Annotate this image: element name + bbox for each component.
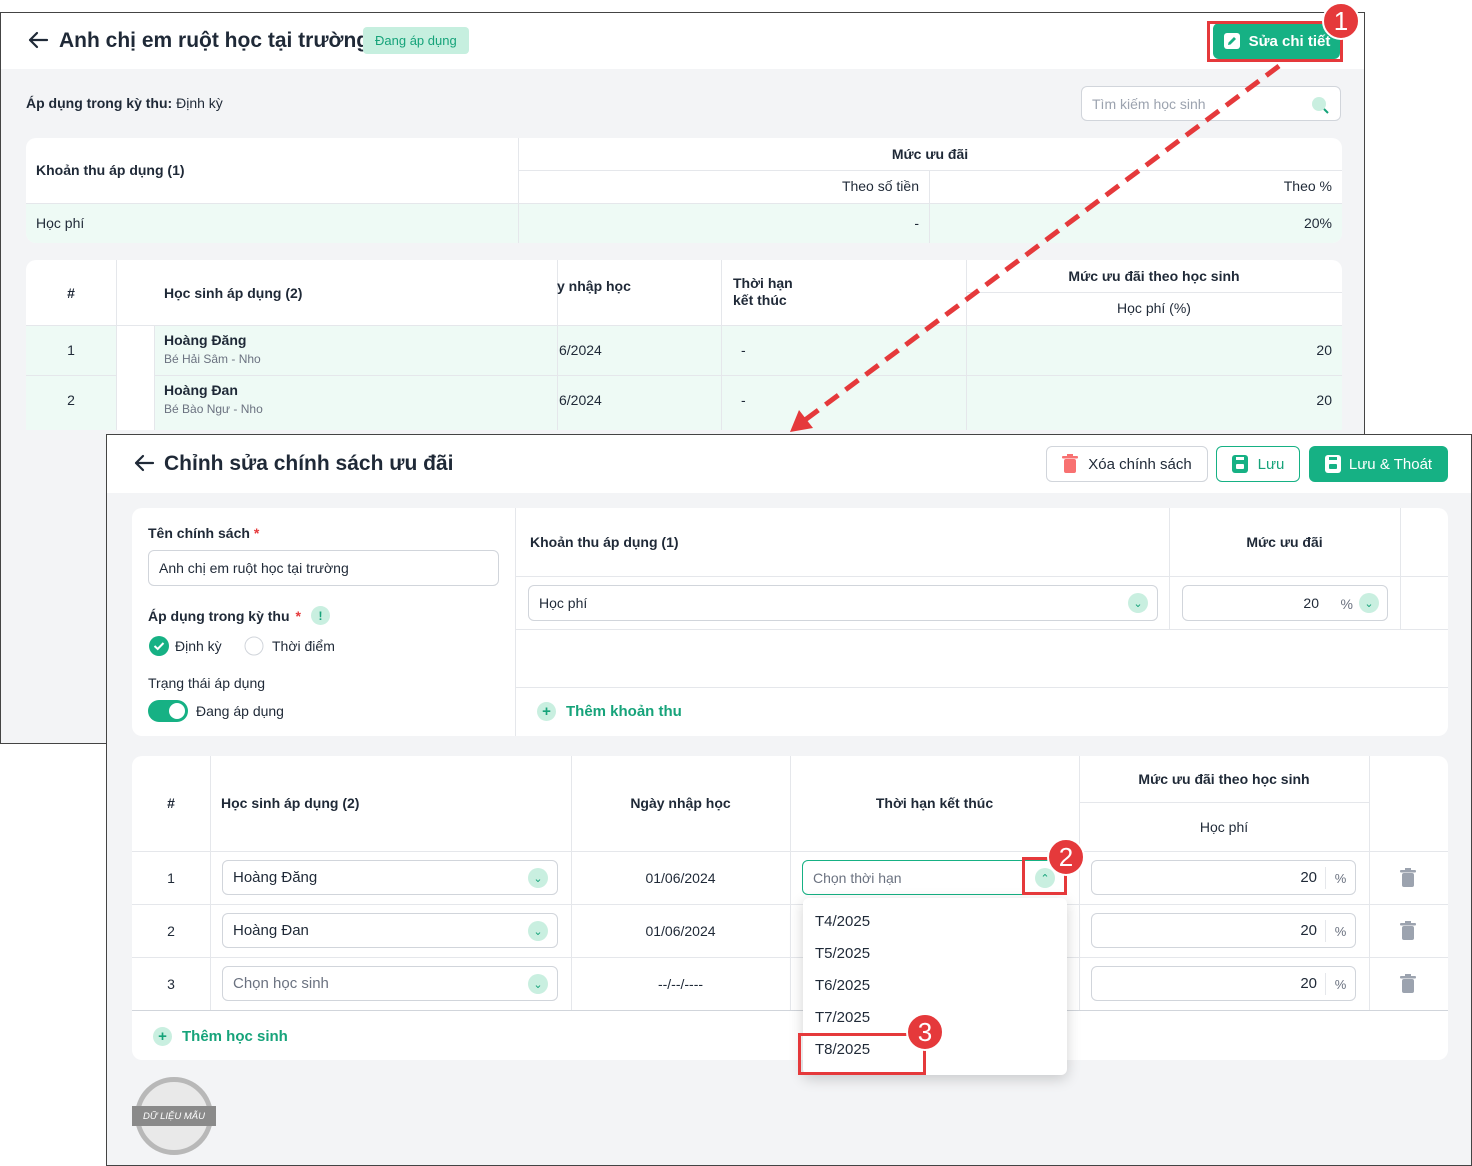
annotation-number-2: 2 — [1047, 838, 1085, 876]
annotation-number-3: 3 — [906, 1013, 944, 1051]
annotation-arrow — [790, 63, 1281, 432]
annotation-number-1: 1 — [1322, 2, 1360, 40]
